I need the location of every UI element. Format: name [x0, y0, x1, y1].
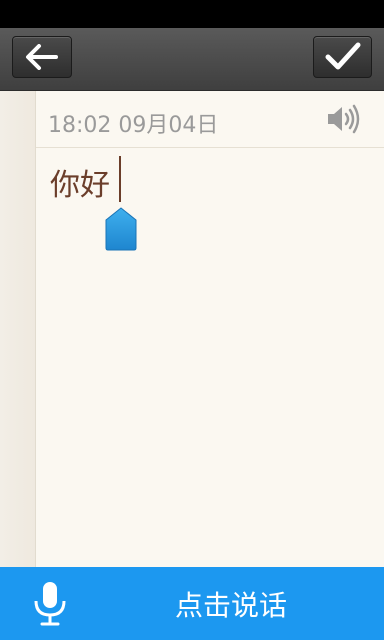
speaker-icon — [328, 104, 360, 134]
note-header: 18:02 09月04日 — [36, 91, 384, 148]
notebook-margin — [0, 91, 36, 567]
checkmark-icon — [325, 42, 360, 70]
status-bar — [0, 0, 384, 28]
text-cursor — [119, 156, 121, 202]
note-timestamp: 18:02 09月04日 — [48, 113, 219, 138]
note-content[interactable]: 你好 — [50, 160, 110, 204]
confirm-button[interactable] — [313, 36, 372, 78]
cursor-handle[interactable] — [105, 207, 137, 251]
back-button[interactable] — [12, 36, 72, 78]
toolbar — [0, 28, 384, 91]
back-arrow-icon — [26, 44, 58, 70]
voice-input-label[interactable]: 点击说话 — [0, 567, 384, 640]
voice-input-bar[interactable]: 点击说话 — [0, 567, 384, 640]
speaker-button[interactable] — [324, 101, 364, 137]
cursor-handle-icon — [105, 207, 137, 251]
